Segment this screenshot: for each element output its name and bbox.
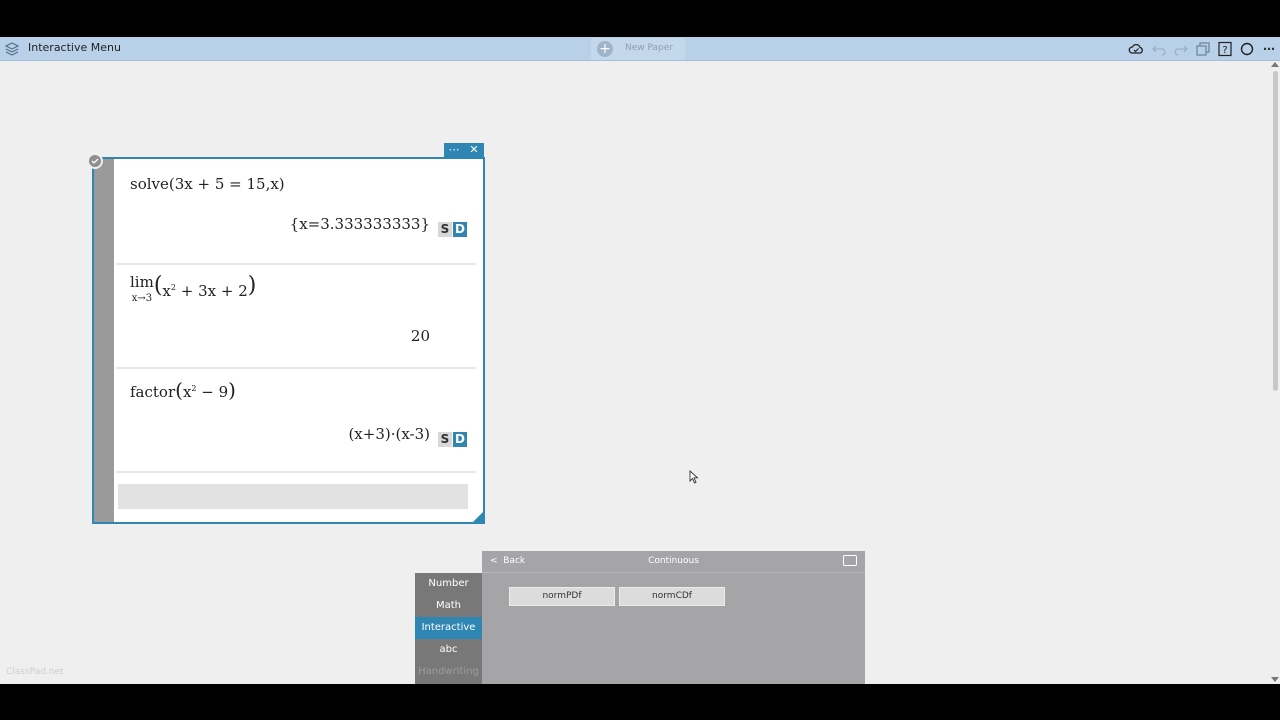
top-bar: Interactive Menu + New Paper ? ⋯ — [0, 37, 1280, 61]
math-entry[interactable]: solve(3x + 5 = 15,x) {x=3.333333333} SD — [116, 159, 476, 265]
undo-icon[interactable] — [1151, 41, 1167, 57]
math-window-toolbar: ⋯ ✕ — [444, 143, 484, 158]
tab-abc[interactable]: abc — [415, 639, 482, 661]
math-window[interactable]: solve(3x + 5 = 15,x) {x=3.333333333} SD … — [92, 157, 485, 524]
window-gutter — [94, 159, 114, 522]
redo-icon[interactable] — [1173, 41, 1189, 57]
app-canvas: Interactive Menu + New Paper ? ⋯ ⋯ ✕ sol… — [0, 37, 1280, 684]
tab-interactive[interactable]: Interactive — [415, 617, 482, 639]
resize-handle[interactable] — [471, 510, 485, 524]
normcdf-key[interactable]: normCDf — [619, 587, 725, 606]
new-paper-button[interactable]: + New Paper — [591, 38, 685, 60]
scrollbar-thumb[interactable] — [1273, 71, 1278, 391]
math-entry[interactable]: factor(x2 − 9) (x+3)·(x-3) SD — [116, 369, 476, 473]
copy-icon[interactable] — [1195, 41, 1211, 57]
limit-expression[interactable]: lim x→3(x2 + 3x + 2) — [130, 275, 256, 306]
help-icon[interactable]: ? — [1217, 41, 1233, 57]
more-options-icon[interactable]: ⋯ — [444, 143, 464, 158]
scroll-down-icon[interactable] — [1271, 677, 1279, 682]
scroll-up-icon[interactable] — [1271, 62, 1279, 67]
close-icon[interactable]: ✕ — [464, 143, 484, 158]
record-icon[interactable] — [1239, 41, 1255, 57]
keyboard-title: Continuous — [648, 556, 699, 566]
tab-handwriting[interactable]: Handwriting — [415, 661, 482, 683]
tab-math[interactable]: Math — [415, 595, 482, 617]
math-input-field[interactable] — [118, 484, 468, 509]
layers-icon[interactable] — [4, 41, 20, 57]
mouse-cursor-icon — [689, 470, 699, 484]
math-result: 20 — [410, 327, 430, 345]
watermark: ClassPad.net — [6, 667, 64, 677]
sd-toggle[interactable]: SD — [438, 428, 468, 447]
solve-expression[interactable]: solve(3x + 5 = 15,x) — [130, 175, 285, 193]
math-result: {x=3.333333333} — [289, 215, 430, 233]
new-paper-label: New Paper — [625, 43, 673, 53]
app-title: Interactive Menu — [28, 41, 121, 54]
math-entry[interactable]: lim x→3(x2 + 3x + 2) 20 — [116, 265, 476, 369]
vertical-scrollbar[interactable] — [1270, 61, 1280, 684]
svg-text:?: ? — [1222, 45, 1227, 56]
keyboard-hide-icon[interactable] — [843, 555, 857, 566]
factor-expression[interactable]: factor(x2 − 9) — [130, 380, 236, 401]
normpdf-key[interactable]: normPDf — [509, 587, 615, 606]
check-icon[interactable] — [87, 153, 103, 169]
tab-number[interactable]: Number — [415, 573, 482, 595]
plus-icon: + — [597, 41, 613, 57]
keyboard-header: < Back Continuous — [482, 551, 865, 573]
cloud-icon[interactable] — [1128, 41, 1144, 57]
math-result: (x+3)·(x-3) — [348, 425, 430, 443]
more-icon[interactable]: ⋯ — [1261, 41, 1277, 57]
sd-toggle[interactable]: SD — [438, 218, 468, 237]
keyboard-tabs: Number Math Interactive abc Handwriting — [415, 573, 482, 684]
keyboard-panel: < Back Continuous normPDf normCDf — [482, 551, 865, 684]
